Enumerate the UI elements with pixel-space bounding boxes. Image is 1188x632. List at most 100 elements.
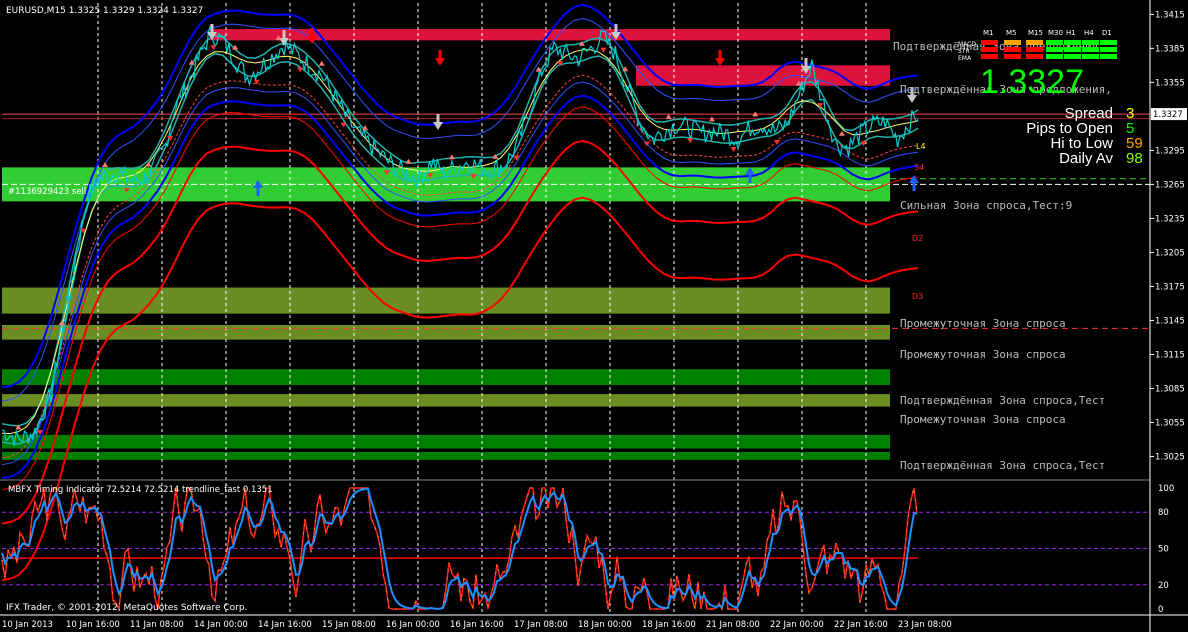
y-tick-label-2: 1.3355 bbox=[1155, 78, 1185, 88]
copyright-text: IFX Trader, © 2001-2012, MetaQuotes Soft… bbox=[6, 603, 247, 613]
zones-layer bbox=[2, 29, 890, 460]
matrix-cell-2-4 bbox=[1064, 54, 1081, 59]
x-tick-label-12: 22 Jan 00:00 bbox=[770, 620, 824, 630]
timeframe-label-2: M15 bbox=[1028, 29, 1043, 37]
small-signal-mark-13 bbox=[297, 67, 304, 73]
matrix-cell-0-2 bbox=[1026, 40, 1043, 45]
indicator-title: MBFX Timing Indicator 72.5214 72.5214 tr… bbox=[8, 485, 273, 495]
ma-cyan-upper bbox=[1, 34, 919, 427]
x-tick-label-11: 21 Jan 08:00 bbox=[706, 620, 760, 630]
y-tick-label-8: 1.3175 bbox=[1155, 282, 1185, 292]
level-label-d3: D3 bbox=[912, 292, 923, 301]
level-label-d2: D2 bbox=[912, 234, 923, 243]
indicator-tick-4: 0 bbox=[1158, 605, 1163, 615]
panel-big-price: 1.3327 bbox=[980, 63, 1084, 101]
timeframe-label-4: H1 bbox=[1066, 29, 1076, 37]
matrix-cell-0-6 bbox=[1100, 40, 1117, 45]
matrix-cell-1-1 bbox=[1004, 47, 1021, 52]
small-signal-mark-14 bbox=[318, 60, 325, 66]
red-down-arrow-2-stem bbox=[718, 50, 722, 58]
matrix-cell-0-4 bbox=[1064, 40, 1081, 45]
sell-signal-arrow-0-stem bbox=[210, 24, 214, 32]
small-signal-mark-9 bbox=[210, 45, 217, 51]
sell-signal-arrow-5 bbox=[907, 95, 917, 103]
matrix-cell-0-3 bbox=[1046, 40, 1063, 45]
x-tick-label-10: 18 Jan 16:00 bbox=[642, 620, 696, 630]
demand-zone-confirmed-1 bbox=[2, 369, 890, 386]
red-down-arrow-2 bbox=[715, 58, 725, 66]
y-tick-label-1: 1.3385 bbox=[1155, 44, 1185, 54]
y-tick-label-9: 1.3145 bbox=[1155, 316, 1185, 326]
x-tick-label-13: 22 Jan 16:00 bbox=[834, 620, 888, 630]
matrix-row-label-1: STR bbox=[958, 48, 970, 55]
blue-up-arrow-2-stem bbox=[912, 183, 916, 191]
y-tick-label-11: 1.3085 bbox=[1155, 384, 1185, 394]
small-signal-mark-38 bbox=[838, 130, 845, 136]
indicator-tick-0: 100 bbox=[1158, 484, 1174, 494]
matrix-cell-1-5 bbox=[1082, 47, 1099, 52]
x-tick-label-6: 16 Jan 00:00 bbox=[386, 620, 440, 630]
x-tick-label-0: 10 Jan 2013 bbox=[2, 620, 53, 630]
stat-value-3: 98 bbox=[1126, 150, 1143, 167]
red-down-arrow-1-stem bbox=[438, 50, 442, 58]
indicator-tick-3: 20 bbox=[1158, 581, 1169, 591]
sell-signal-arrow-1-stem bbox=[282, 30, 286, 38]
red-down-arrow-1 bbox=[435, 58, 445, 66]
small-signal-mark-20 bbox=[448, 154, 455, 160]
matrix-cell-1-2 bbox=[1026, 47, 1043, 52]
matrix-cell-2-2 bbox=[1026, 54, 1043, 59]
zone-label-demand-2: Промежуточная Зона спроса bbox=[900, 317, 1066, 330]
stat-label-3: Daily Av bbox=[1059, 150, 1113, 167]
matrix-row-label-0: MACD bbox=[958, 41, 976, 48]
chart-canvas: EURUSD,M15 1.3325 1.3329 1.3324 1.3327 #… bbox=[0, 0, 1188, 632]
timeframe-label-5: H4 bbox=[1084, 29, 1094, 37]
matrix-cell-2-1 bbox=[1004, 54, 1021, 59]
x-tick-label-4: 14 Jan 16:00 bbox=[258, 620, 312, 630]
sell-signal-arrow-3-stem bbox=[614, 24, 618, 32]
small-signal-mark-31 bbox=[687, 138, 694, 144]
y-tick-label-12: 1.3055 bbox=[1155, 418, 1185, 428]
timeframe-label-3: M30 bbox=[1048, 29, 1063, 37]
matrix-cell-2-3 bbox=[1046, 54, 1063, 59]
small-signal-mark-24 bbox=[535, 66, 542, 72]
zone-label-demand-1: Сильная Зона спроса,Тест:9 bbox=[900, 199, 1072, 212]
indicator-layer bbox=[0, 479, 1188, 612]
small-signal-mark-33 bbox=[730, 146, 737, 152]
matrix-cell-1-0 bbox=[981, 47, 998, 52]
small-signal-mark-18 bbox=[405, 158, 412, 164]
x-tick-label-3: 14 Jan 00:00 bbox=[194, 620, 248, 630]
y-tick-label-10: 1.3115 bbox=[1155, 350, 1185, 360]
x-tick-label-14: 23 Jan 08:00 bbox=[898, 620, 952, 630]
sell-signal-arrow-4-stem bbox=[804, 58, 808, 66]
timeframe-label-0: M1 bbox=[983, 29, 994, 37]
small-signal-mark-27 bbox=[600, 47, 607, 53]
small-signal-mark-4 bbox=[102, 162, 109, 168]
x-tick-label-5: 15 Jan 08:00 bbox=[322, 620, 376, 630]
demand-zone-mid-1 bbox=[2, 287, 890, 314]
y-tick-label-0: 1.3415 bbox=[1155, 10, 1185, 20]
matrix-cell-2-5 bbox=[1082, 54, 1099, 59]
indicator-tick-1: 80 bbox=[1158, 508, 1169, 518]
demand-zone-mid-3 bbox=[2, 394, 890, 407]
level-label-s4: S4 bbox=[914, 163, 924, 172]
matrix-cell-1-6 bbox=[1100, 47, 1117, 52]
y-tick-label-7: 1.3205 bbox=[1155, 248, 1185, 258]
matrix-cell-1-3 bbox=[1046, 47, 1063, 52]
demand-zone-mid-2 bbox=[2, 324, 890, 340]
band-blue-lower bbox=[1, 94, 919, 480]
demand-zone-confirmed-3 bbox=[2, 451, 890, 460]
zone-label-demand-6: Подтверждённая Зона спроса,Тест bbox=[900, 459, 1105, 472]
y-tick-label-13: 1.3025 bbox=[1155, 452, 1185, 462]
x-tick-label-8: 17 Jan 08:00 bbox=[514, 620, 568, 630]
info-panel: 1.3327 M1 M5 M15 M30 H1 H4 D1MACDSTREMASpread 3… bbox=[958, 29, 1143, 167]
x-tick-label-7: 16 Jan 16:00 bbox=[450, 620, 504, 630]
zone-label-demand-3: Промежуточная Зона спроса bbox=[900, 348, 1066, 361]
y-tick-label-6: 1.3235 bbox=[1155, 214, 1185, 224]
matrix-cell-2-6 bbox=[1100, 54, 1117, 59]
blue-up-arrow-1-stem bbox=[748, 175, 752, 183]
small-signal-mark-35 bbox=[773, 139, 780, 145]
timeframe-label-6: D1 bbox=[1102, 29, 1112, 37]
matrix-cell-0-5 bbox=[1082, 40, 1099, 45]
order-label: #1136929423 sell bbox=[8, 187, 86, 197]
zone-label-demand-5: Промежуточная Зона спроса bbox=[900, 413, 1066, 426]
